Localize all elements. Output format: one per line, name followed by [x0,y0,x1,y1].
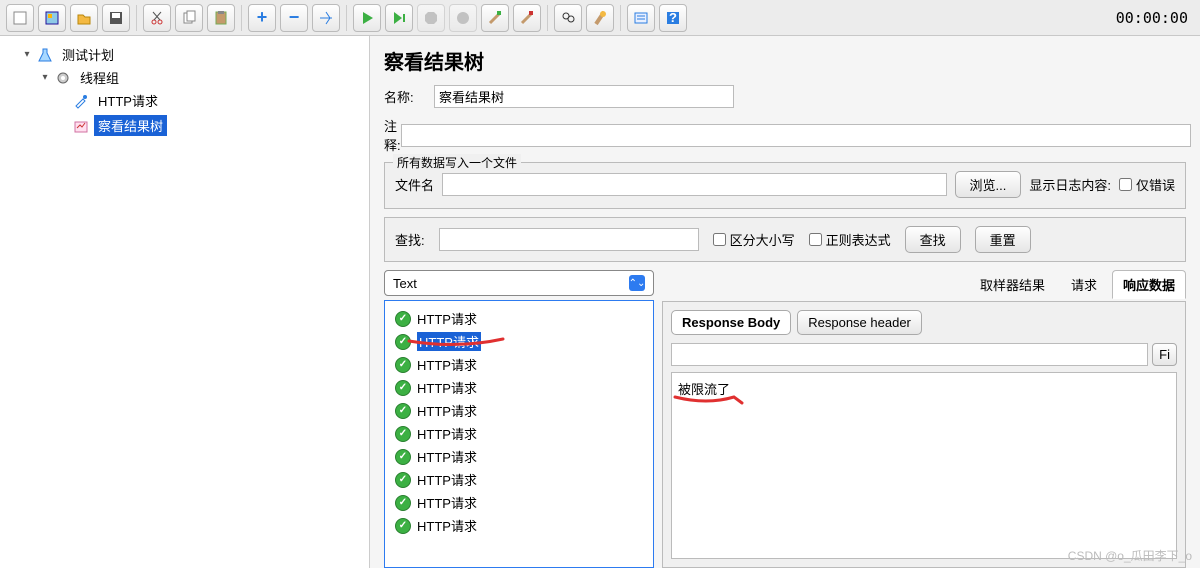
log-content-label: 显示日志内容: [1029,175,1111,194]
search-label: 查找: [395,230,425,249]
result-row[interactable]: ✓HTTP请求 [389,445,649,468]
result-row[interactable]: ✓HTTP请求 [389,399,649,422]
results-icon [72,117,90,135]
gear-icon [54,69,72,87]
subtab-header[interactable]: Response header [797,310,922,335]
tree-view-results[interactable]: 察看结果树 [58,115,365,136]
result-row[interactable]: ✓HTTP请求 [389,307,649,330]
result-row[interactable]: ✓HTTP请求 [389,376,649,399]
template-icon[interactable] [38,4,66,32]
renderer-dropdown[interactable]: Text ⌃⌄ [384,270,654,296]
result-row[interactable]: ✓HTTP请求 [389,330,649,353]
paste-icon[interactable] [207,4,235,32]
start-icon[interactable] [353,4,381,32]
reset-button[interactable]: 重置 [975,226,1031,253]
success-icon: ✓ [395,495,411,511]
success-icon: ✓ [395,449,411,465]
success-icon: ✓ [395,380,411,396]
regex-checkbox[interactable]: 正则表达式 [809,230,891,249]
save-icon[interactable] [102,4,130,32]
case-checkbox[interactable]: 区分大小写 [713,230,795,249]
content-pane: 察看结果树 名称: 注释: 所有数据写入一个文件 文件名 浏览... 显示日志内… [370,36,1200,568]
test-plan-tree[interactable]: ▾ 测试计划 ▾ 线程组 [0,36,370,568]
name-label: 名称: [384,87,434,106]
result-row[interactable]: ✓HTTP请求 [389,468,649,491]
result-row[interactable]: ✓HTTP请求 [389,353,649,376]
filename-label: 文件名 [395,175,434,194]
flask-icon [36,46,54,64]
shutdown-icon[interactable] [449,4,477,32]
tab-request[interactable]: 请求 [1060,270,1108,299]
function-icon[interactable] [627,4,655,32]
chevron-down-icon[interactable]: ▾ [40,73,50,83]
success-icon: ✓ [395,518,411,534]
stop-icon[interactable] [417,4,445,32]
chevron-updown-icon: ⌃⌄ [629,275,645,291]
svg-text:?: ? [669,10,677,25]
subtab-body[interactable]: Response Body [671,310,791,335]
chevron-down-icon[interactable]: ▾ [22,50,32,60]
tree-http-request[interactable]: HTTP请求 [58,90,365,111]
expand-icon[interactable]: + [248,4,276,32]
comment-label: 注释: [384,116,401,154]
success-icon: ✓ [395,472,411,488]
search-icon[interactable] [554,4,582,32]
copy-icon[interactable] [175,4,203,32]
filter-button[interactable]: Fi [1152,343,1177,366]
tree-root[interactable]: ▾ 测试计划 [22,44,365,65]
only-error-checkbox[interactable]: 仅错误 [1119,175,1175,194]
panel-title: 察看结果树 [384,46,1186,75]
result-list[interactable]: ✓HTTP请求✓HTTP请求✓HTTP请求✓HTTP请求✓HTTP请求✓HTTP… [384,300,654,568]
browse-button[interactable]: 浏览... [955,171,1022,198]
comment-input[interactable] [401,124,1191,147]
success-icon: ✓ [395,311,411,327]
toggle-icon[interactable] [312,4,340,32]
timer: 00:00:00 [1116,9,1196,27]
response-filter-input[interactable] [671,343,1148,366]
success-icon: ✓ [395,403,411,419]
start-no-pause-icon[interactable] [385,4,413,32]
filename-input[interactable] [442,173,947,196]
result-tabs: 取样器结果 请求 响应数据 [662,270,1186,299]
result-row[interactable]: ✓HTTP请求 [389,422,649,445]
success-icon: ✓ [395,357,411,373]
search-input[interactable] [439,228,699,251]
success-icon: ✓ [395,334,411,350]
open-icon[interactable] [70,4,98,32]
file-output-fieldset: 所有数据写入一个文件 文件名 浏览... 显示日志内容: 仅错误 [384,162,1186,209]
new-icon[interactable] [6,4,34,32]
toolbar: + − ? 00:00:00 [0,0,1200,36]
reset-search-icon[interactable] [586,4,614,32]
clear-all-icon[interactable] [513,4,541,32]
watermark: CSDN @o_瓜田李下_o [1068,547,1192,564]
tab-response[interactable]: 响应数据 [1112,270,1186,299]
search-bar: 查找: 区分大小写 正则表达式 查找 重置 [384,217,1186,262]
success-icon: ✓ [395,426,411,442]
result-row[interactable]: ✓HTTP请求 [389,491,649,514]
clear-icon[interactable] [481,4,509,32]
find-button[interactable]: 查找 [905,226,961,253]
tree-thread-group[interactable]: ▾ 线程组 [40,67,365,88]
help-icon[interactable]: ? [659,4,687,32]
dropper-icon [72,92,90,110]
tab-sampler[interactable]: 取样器结果 [969,270,1056,299]
name-input[interactable] [434,85,734,108]
cut-icon[interactable] [143,4,171,32]
result-row[interactable]: ✓HTTP请求 [389,514,649,537]
response-body[interactable]: 被限流了 [671,372,1177,559]
collapse-icon[interactable]: − [280,4,308,32]
